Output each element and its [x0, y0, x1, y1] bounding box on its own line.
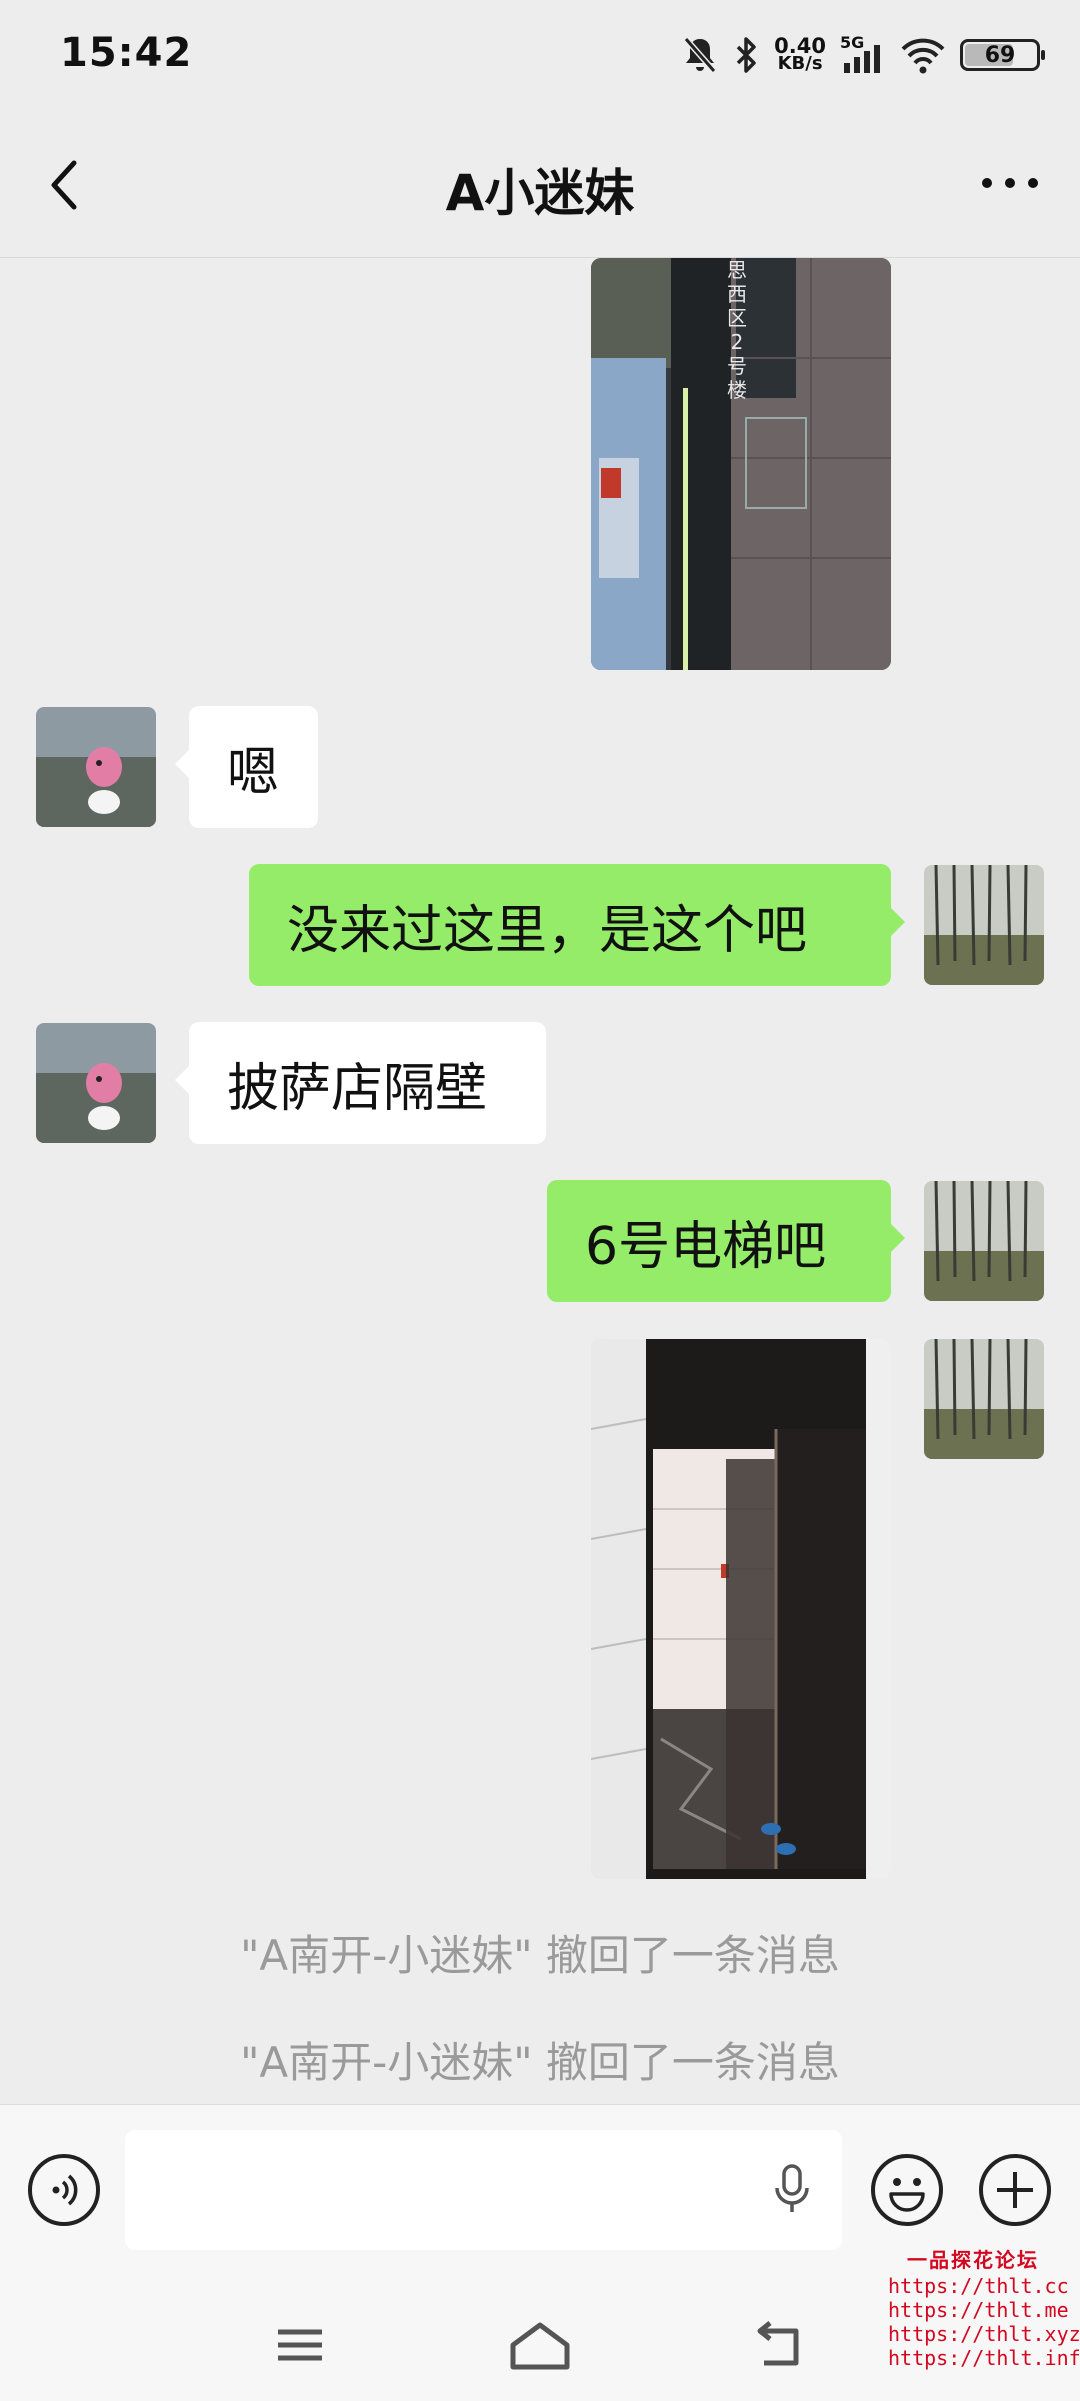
watermark-url: https://thlt.xyz	[888, 2322, 1080, 2346]
home-icon[interactable]	[505, 2317, 575, 2373]
my-avatar[interactable]	[924, 1339, 1044, 1459]
wifi-icon	[901, 38, 945, 74]
contact-avatar[interactable]	[36, 1023, 156, 1143]
net-speed: 0.40 KB/s	[774, 36, 826, 74]
message-text: 没来过这里，是这个吧	[287, 900, 808, 961]
signal-icon	[844, 45, 880, 73]
message-bubble-sent[interactable]: 没来过这里，是这个吧	[249, 864, 905, 986]
my-avatar-image	[924, 1181, 1044, 1301]
mic-icon[interactable]	[772, 2162, 812, 2218]
message-text: 6号电梯吧	[585, 1216, 827, 1277]
contact-avatar-image	[36, 1023, 156, 1143]
watermark: 一品探花论坛 https://thlt.cc https://thlt.me h…	[888, 2248, 1080, 2370]
watermark-url: https://thlt.me	[888, 2298, 1069, 2322]
more-horizontal-icon[interactable]	[975, 163, 1045, 203]
chat-title: A小迷妹	[445, 164, 635, 222]
my-avatar-image	[924, 1339, 1044, 1459]
chat-message-list[interactable]: 思西区2号楼 嗯 没来过这里，是这个吧 披萨店隔壁 6号电梯吧 "A南开-小迷妹…	[0, 258, 1080, 2103]
photo-sign-text: 思西区2号楼	[727, 258, 747, 402]
plus-icon[interactable]	[979, 2154, 1051, 2226]
net-speed-unit: KB/s	[777, 53, 823, 74]
back-nav-icon[interactable]	[750, 2317, 810, 2373]
watermark-url: https://thlt.cc	[888, 2274, 1069, 2298]
menu-icon[interactable]	[270, 2320, 330, 2370]
battery-level: 69	[984, 42, 1016, 68]
status-bar: 15:42 0.40 KB/s 5G 69	[0, 0, 1080, 115]
status-time: 15:42	[60, 30, 193, 76]
emoji-icon[interactable]	[871, 2154, 943, 2226]
status-icons: 0.40 KB/s 5G 69	[682, 30, 1045, 80]
recall-notice: "A南开-小迷妹" 撤回了一条消息	[240, 1931, 840, 1980]
message-input[interactable]	[125, 2130, 842, 2250]
voice-waves-icon	[52, 2174, 78, 2206]
mute-bell-icon	[683, 37, 717, 73]
chat-header: A小迷妹	[0, 115, 1080, 258]
message-bubble-sent[interactable]: 6号电梯吧	[547, 1180, 905, 1302]
recall-notice: "A南开-小迷妹" 撤回了一条消息	[240, 2038, 840, 2087]
smiley-face-icon	[889, 2178, 925, 2212]
message-bubble-received[interactable]: 嗯	[175, 706, 318, 828]
bluetooth-icon	[736, 37, 756, 73]
signal-5g: 5G	[840, 33, 886, 75]
my-avatar-image	[924, 865, 1044, 985]
watermark-logo: 一品探花论坛	[907, 2248, 1039, 2272]
watermark-url: https://thlt.info	[888, 2346, 1080, 2370]
sent-photo-elevator[interactable]	[591, 1339, 891, 1879]
message-text: 嗯	[227, 742, 280, 803]
my-avatar[interactable]	[924, 1181, 1044, 1301]
contact-avatar[interactable]	[36, 707, 156, 827]
contact-avatar-image	[36, 707, 156, 827]
sent-photo-building-sign[interactable]: 思西区2号楼	[591, 258, 891, 670]
message-bubble-received[interactable]: 披萨店隔壁	[175, 1022, 546, 1144]
voice-icon[interactable]	[28, 2154, 100, 2226]
elevator-photo	[591, 1339, 891, 1879]
message-text: 披萨店隔壁	[227, 1058, 488, 1119]
battery-indicator: 69	[960, 39, 1045, 71]
plus-sign-icon	[997, 2172, 1033, 2208]
my-avatar[interactable]	[924, 865, 1044, 985]
